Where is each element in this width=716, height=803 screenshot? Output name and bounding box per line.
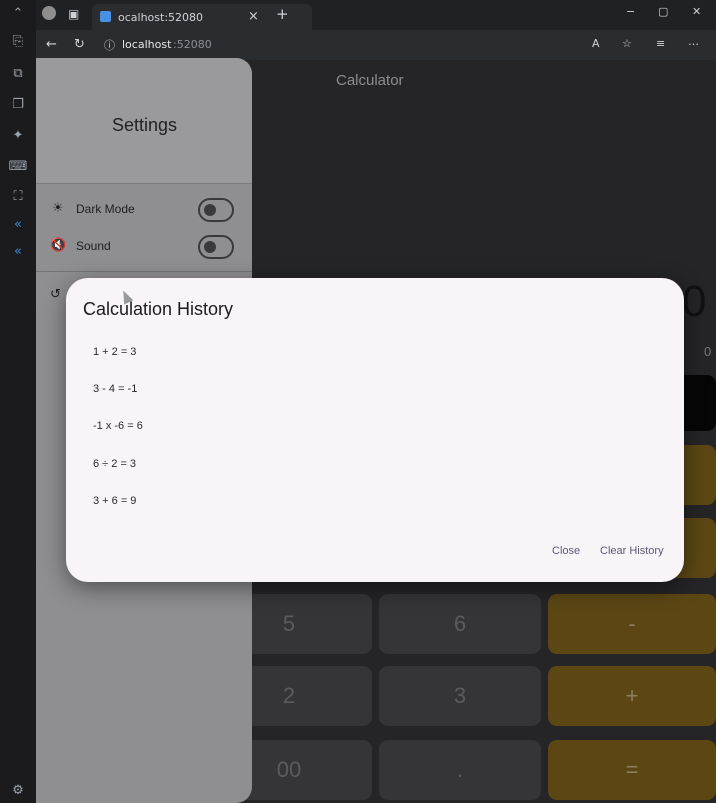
dialog-title: Calculation History bbox=[83, 299, 234, 319]
maximize-icon[interactable]: ▢ bbox=[658, 5, 668, 18]
minimize-icon[interactable]: − bbox=[626, 5, 635, 18]
menu-icon[interactable]: ⌃ bbox=[0, 6, 36, 21]
notification-icon[interactable]: ⎘ bbox=[0, 34, 36, 49]
key-decimal[interactable]: . bbox=[379, 740, 541, 800]
app-icon[interactable]: « bbox=[0, 217, 36, 232]
history-item: 3 + 6 = 9 bbox=[93, 495, 137, 507]
read-aloud-icon[interactable]: A bbox=[592, 37, 600, 50]
profile-avatar[interactable] bbox=[42, 6, 56, 20]
history-dialog: Calculation History 1 + 2 = 3 3 - 4 = -1… bbox=[66, 278, 684, 582]
favicon-icon bbox=[100, 11, 111, 22]
sparkle-icon[interactable]: ✦ bbox=[0, 128, 36, 143]
display-value: 0 bbox=[682, 277, 707, 326]
history-item: 6 ÷ 2 = 3 bbox=[93, 458, 137, 470]
toggle-knob bbox=[204, 241, 216, 253]
history-item: 3 - 4 = -1 bbox=[93, 383, 138, 395]
favorite-star-icon[interactable]: ☆ bbox=[622, 37, 632, 50]
key-minus[interactable]: - bbox=[548, 594, 716, 654]
browser-toolbar: ← ↻ ⓘ localhost :52080 A ☆ ≡ … bbox=[36, 30, 716, 60]
key-6[interactable]: 6 bbox=[379, 594, 541, 654]
key-equals[interactable]: = bbox=[548, 740, 716, 800]
screenshot-icon[interactable]: ⛶ bbox=[0, 189, 36, 204]
history-item: -1 x -6 = 6 bbox=[93, 420, 143, 432]
address-bar[interactable]: ⓘ localhost :52080 bbox=[100, 34, 520, 56]
toggle-knob bbox=[204, 204, 216, 216]
url-port: :52080 bbox=[173, 38, 212, 51]
refresh-icon[interactable]: ↻ bbox=[74, 37, 85, 52]
history-item: 1 + 2 = 3 bbox=[93, 346, 137, 358]
new-tab-icon[interactable]: + bbox=[276, 5, 289, 23]
app-title: Calculator bbox=[336, 72, 404, 89]
collections-icon[interactable]: ⧉ bbox=[0, 66, 36, 81]
history-icon[interactable]: ↺ bbox=[50, 287, 61, 302]
tab-bar: ▣ ocalhost:52080 × + − ▢ ✕ bbox=[36, 0, 716, 30]
dark-mode-toggle[interactable] bbox=[198, 198, 234, 222]
tab-title: ocalhost:52080 bbox=[118, 11, 204, 24]
sound-toggle[interactable] bbox=[198, 235, 234, 259]
key-3[interactable]: 3 bbox=[379, 666, 541, 726]
settings-icon[interactable]: ⚙ bbox=[0, 783, 36, 798]
settings-title: Settings bbox=[112, 115, 178, 135]
divider bbox=[36, 271, 252, 272]
tab-actions-icon[interactable]: ▣ bbox=[68, 7, 79, 21]
tab-close-icon[interactable]: × bbox=[248, 9, 259, 24]
more-icon[interactable]: … bbox=[688, 35, 699, 48]
display-subvalue: 0 bbox=[704, 344, 712, 359]
sound-label: Sound bbox=[76, 239, 111, 253]
favorites-icon[interactable]: ≡ bbox=[656, 37, 665, 50]
close-window-icon[interactable]: ✕ bbox=[692, 5, 701, 18]
info-icon: ⓘ bbox=[104, 39, 115, 52]
drawer-header: Settings bbox=[36, 58, 252, 184]
sun-icon: ☀ bbox=[52, 201, 64, 216]
app-icon-2[interactable]: « bbox=[0, 244, 36, 259]
chat-icon[interactable]: ⌨ bbox=[0, 159, 36, 174]
browser-sidebar: ⌃ ⎘ ⧉ ❐ ✦ ⌨ ⛶ « « ⚙ bbox=[0, 0, 36, 803]
clear-history-button[interactable]: Clear History bbox=[600, 545, 664, 557]
close-button[interactable]: Close bbox=[552, 545, 580, 557]
url-host: localhost bbox=[122, 38, 172, 51]
key-plus[interactable]: + bbox=[548, 666, 716, 726]
dark-mode-label: Dark Mode bbox=[76, 202, 135, 216]
back-icon[interactable]: ← bbox=[46, 37, 57, 52]
sound-off-icon: 🔇 bbox=[50, 238, 67, 253]
copy-icon[interactable]: ❐ bbox=[0, 97, 36, 112]
